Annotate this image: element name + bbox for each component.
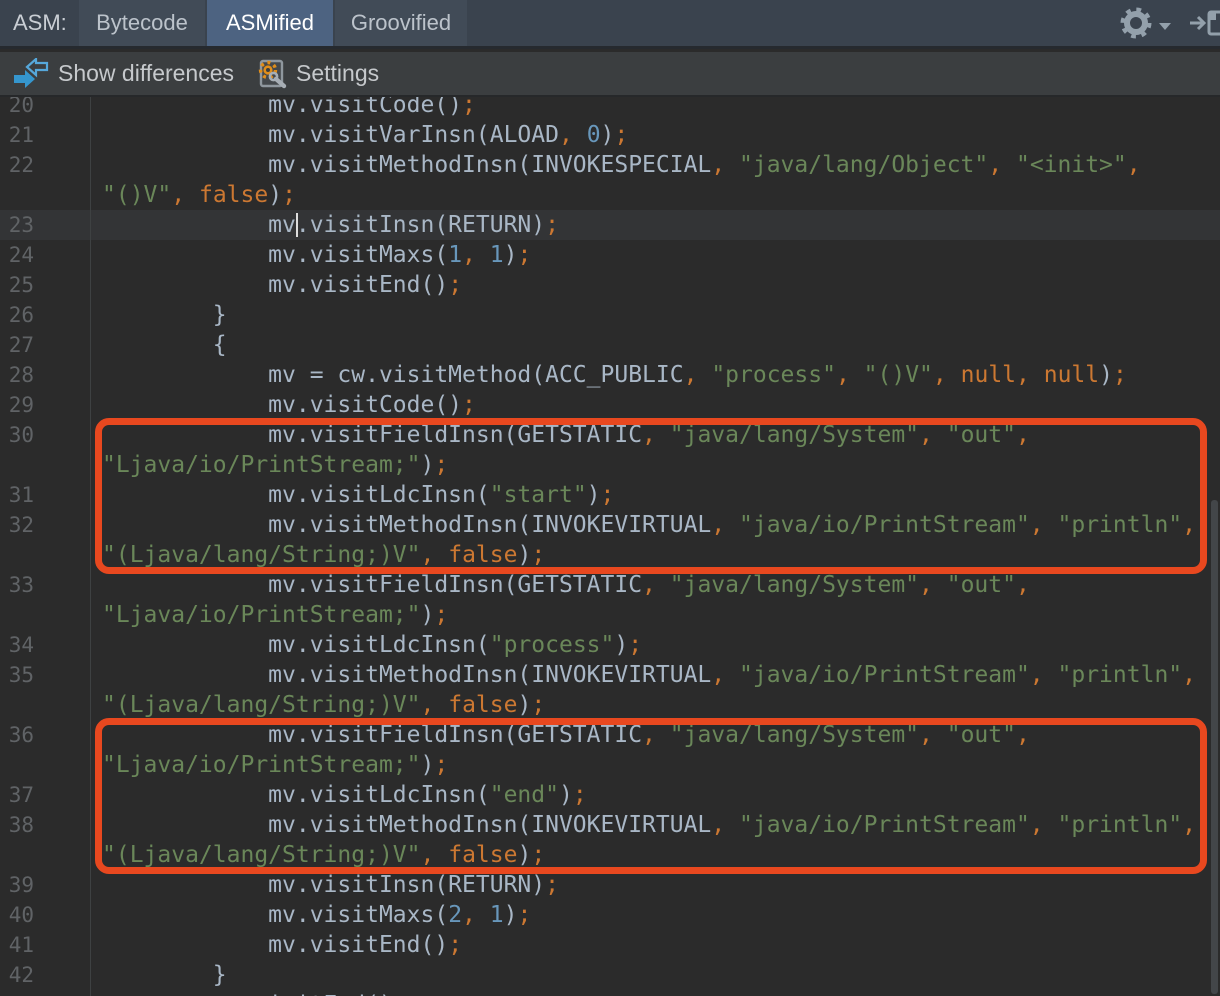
line-number: 23	[0, 210, 34, 240]
code-line: mv.visitInsn(RETURN);	[102, 870, 559, 900]
code-line: mv.visitCode();	[102, 390, 476, 420]
code-line: mv = cw.visitMethod(ACC_PUBLIC, "process…	[102, 360, 1127, 390]
toolbar: Show differences Settings	[0, 52, 1220, 97]
line-number: 43	[0, 990, 34, 996]
line-number: 31	[0, 480, 34, 510]
line-number: 28	[0, 360, 34, 390]
code-line: }	[102, 300, 227, 330]
code-line: "()V", false);	[102, 180, 296, 210]
tab-bytecode[interactable]: Bytecode	[79, 0, 205, 46]
code-line: mv.visitFieldInsn(GETSTATIC, "java/lang/…	[102, 420, 1030, 450]
code-line: mv.visitEnd();	[102, 930, 462, 960]
line-number: 25	[0, 270, 34, 300]
code-line: "(Ljava/lang/String;)V", false);	[102, 690, 545, 720]
tab-asmified-label: ASMified	[226, 10, 314, 36]
hide-panel-icon[interactable]	[1190, 6, 1220, 40]
chevron-down-icon[interactable]	[1158, 21, 1172, 31]
line-number: 20	[0, 97, 34, 120]
code-line: "(Ljava/lang/String;)V", false);	[102, 840, 545, 870]
code-line: mv.visitLdcInsn("end");	[102, 780, 587, 810]
line-number: 38	[0, 810, 34, 840]
tab-bytecode-label: Bytecode	[96, 10, 188, 36]
gutter-separator	[90, 97, 91, 996]
code-line: mv.visitCode();	[102, 97, 476, 120]
code-line: {	[102, 330, 227, 360]
tab-groovified-label: Groovified	[351, 10, 451, 36]
code-line: cw.visitEnd();	[102, 990, 407, 996]
code-line: mv.visitLdcInsn("start");	[102, 480, 614, 510]
code-line: mv.visitMethodInsn(INVOKEVIRTUAL, "java/…	[102, 510, 1196, 540]
code-line: mv.visitMethodInsn(INVOKEVIRTUAL, "java/…	[102, 660, 1196, 690]
line-number: 22	[0, 150, 34, 180]
line-number: 21	[0, 120, 34, 150]
code-line: mv.visitEnd();	[102, 270, 462, 300]
settings-label: Settings	[296, 60, 379, 87]
code-line: "Ljava/io/PrintStream;");	[102, 450, 448, 480]
code-line: "Ljava/io/PrintStream;");	[102, 600, 448, 630]
settings-gear-wrench-icon	[256, 58, 288, 90]
line-number: 27	[0, 330, 34, 360]
gear-icon[interactable]	[1118, 5, 1154, 41]
tab-groovified[interactable]: Groovified	[335, 0, 467, 46]
line-number: 37	[0, 780, 34, 810]
code-line: mv.visitFieldInsn(GETSTATIC, "java/lang/…	[102, 570, 1030, 600]
line-number: 34	[0, 630, 34, 660]
code-editor[interactable]: 20 mv.visitCode(); 21 mv.visitVarInsn(ALO…	[0, 97, 1220, 996]
tab-asmified[interactable]: ASMified	[207, 0, 333, 46]
tool-window-header: ASM: Bytecode ASMified Groovified	[0, 0, 1220, 49]
asm-tool-window: ASM: Bytecode ASMified Groovified	[0, 0, 1220, 996]
settings-button[interactable]: Settings	[256, 58, 379, 90]
code-line: mv.visitLdcInsn("process");	[102, 630, 642, 660]
code-line: mv.visitVarInsn(ALOAD, 0);	[102, 120, 628, 150]
code-line: mv.visitFieldInsn(GETSTATIC, "java/lang/…	[102, 720, 1030, 750]
line-number: 36	[0, 720, 34, 750]
show-differences-label: Show differences	[58, 60, 234, 87]
code-line: mv.visitMaxs(1, 1);	[102, 240, 531, 270]
line-number: 39	[0, 870, 34, 900]
line-number: 35	[0, 660, 34, 690]
text-caret	[296, 213, 298, 237]
asm-label: ASM:	[0, 0, 79, 46]
line-number: 41	[0, 930, 34, 960]
code-line: mv.visitMethodInsn(INVOKESPECIAL, "java/…	[102, 150, 1141, 180]
diff-arrows-icon	[12, 58, 50, 90]
line-number: 33	[0, 570, 34, 600]
line-number: 26	[0, 300, 34, 330]
line-number: 29	[0, 390, 34, 420]
line-number: 24	[0, 240, 34, 270]
code-line: mv.visitInsn(RETURN);	[102, 210, 559, 240]
line-number: 40	[0, 900, 34, 930]
line-number: 30	[0, 420, 34, 450]
code-line: }	[102, 960, 227, 990]
code-line: mv.visitMethodInsn(INVOKEVIRTUAL, "java/…	[102, 810, 1196, 840]
code-line: "Ljava/io/PrintStream;");	[102, 750, 448, 780]
line-number: 32	[0, 510, 34, 540]
line-number: 42	[0, 960, 34, 990]
code-line: "(Ljava/lang/String;)V", false);	[102, 540, 545, 570]
show-differences-button[interactable]: Show differences	[12, 58, 234, 90]
vertical-scrollbar-thumb[interactable]	[1211, 500, 1218, 994]
code-line: mv.visitMaxs(2, 1);	[102, 900, 531, 930]
